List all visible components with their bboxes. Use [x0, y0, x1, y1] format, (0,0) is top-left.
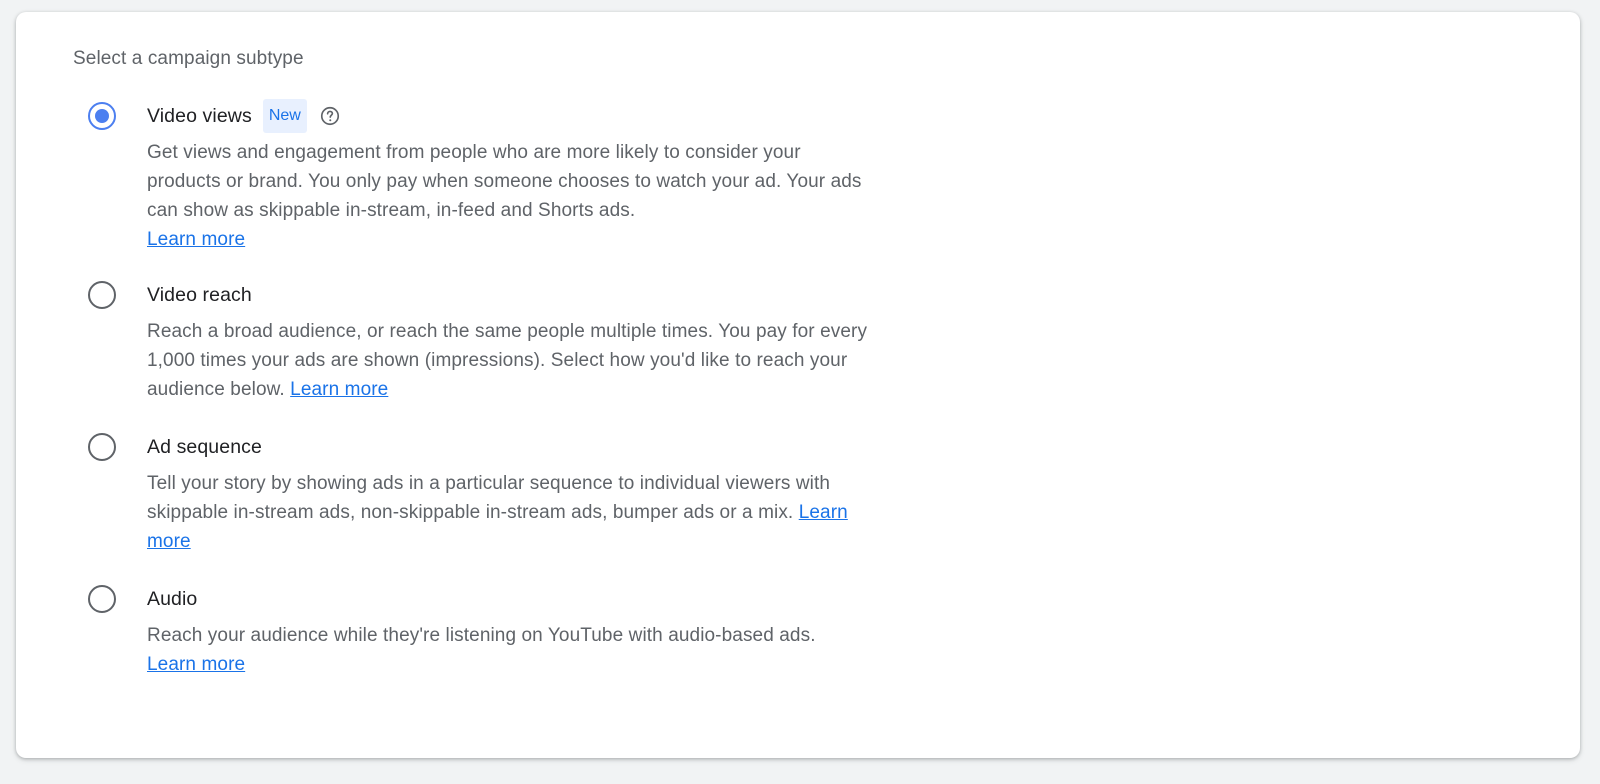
description-text: Get views and engagement from people who…	[147, 142, 862, 221]
learn-more-link[interactable]: Learn more	[290, 379, 388, 400]
radio-ad-sequence[interactable]	[88, 433, 116, 461]
description-text: Tell your story by showing ads in a part…	[147, 473, 831, 523]
option-label-ad-sequence[interactable]: Ad sequence	[147, 436, 262, 459]
option-header: Video reach	[147, 281, 252, 309]
option-description: Tell your story by showing ads in a part…	[147, 469, 877, 556]
option-header: Ad sequence	[147, 433, 262, 461]
section-title: Select a campaign subtype	[73, 48, 304, 69]
option-label-video-views[interactable]: Video views	[147, 105, 252, 128]
option-header: Audio	[147, 585, 197, 613]
description-text: Reach a broad audience, or reach the sam…	[147, 321, 868, 400]
radio-video-views[interactable]	[88, 102, 116, 130]
option-description: Get views and engagement from people who…	[147, 138, 877, 254]
option-label-video-reach[interactable]: Video reach	[147, 284, 252, 307]
option-header: Video views New	[147, 99, 341, 133]
option-description: Reach a broad audience, or reach the sam…	[147, 317, 877, 404]
learn-more-link[interactable]: Learn more	[147, 654, 245, 675]
help-circle-icon[interactable]	[319, 105, 341, 127]
option-description: Reach your audience while they're listen…	[147, 621, 877, 679]
new-badge: New	[262, 99, 307, 133]
radio-audio[interactable]	[88, 585, 116, 613]
description-text: Reach your audience while they're listen…	[147, 625, 816, 646]
campaign-subtype-card: Select a campaign subtype Video views Ne…	[16, 12, 1580, 758]
option-label-audio[interactable]: Audio	[147, 588, 197, 611]
radio-video-reach[interactable]	[88, 281, 116, 309]
learn-more-link[interactable]: Learn more	[147, 229, 245, 250]
